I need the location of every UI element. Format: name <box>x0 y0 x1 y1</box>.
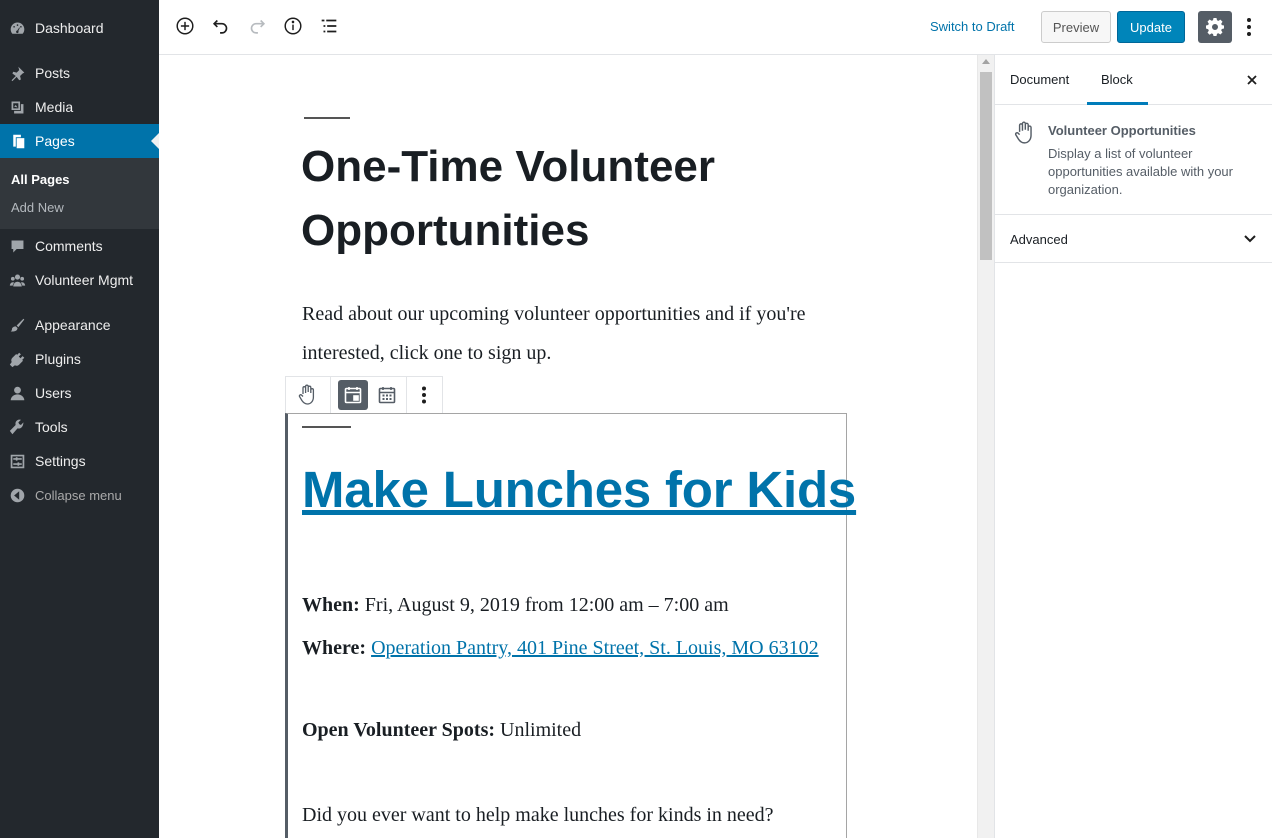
advanced-panel-toggle[interactable]: Advanced <box>995 215 1272 263</box>
menu-label-comments: Comments <box>35 238 103 254</box>
update-button[interactable]: Update <box>1117 11 1185 43</box>
advanced-label: Advanced <box>1010 232 1068 247</box>
preview-button[interactable]: Preview <box>1041 11 1111 43</box>
chevron-down-icon <box>1244 235 1256 243</box>
settings-toggle-button[interactable] <box>1198 11 1232 43</box>
block-type-hand-icon[interactable] <box>292 380 322 410</box>
collapse-menu-label: Collapse menu <box>35 488 122 503</box>
block-card-description: Display a list of volunteer opportunitie… <box>1048 146 1233 197</box>
event-title-link[interactable]: Make Lunches for Kids <box>302 458 856 522</box>
pages-icon <box>9 133 26 150</box>
tab-document[interactable]: Document <box>1010 72 1069 88</box>
editor-canvas: One-Time Volunteer Opportunities Read ab… <box>159 55 977 838</box>
spots-label: Open Volunteer Spots: <box>302 719 496 741</box>
plug-icon <box>9 351 26 368</box>
pin-icon <box>9 65 26 82</box>
editor-header-toolbar: Switch to Draft Preview Update <box>159 0 1272 55</box>
user-icon <box>9 385 26 402</box>
where-label: Where: <box>302 637 367 659</box>
title-separator <box>304 117 350 119</box>
more-vertical-icon[interactable] <box>1241 14 1257 40</box>
collapse-arrow-icon <box>9 487 26 504</box>
sidebar-tabs: Document Block <box>995 55 1272 105</box>
menu-item-users[interactable]: Users <box>0 376 159 410</box>
menu-item-volunteer-mgmt[interactable]: Volunteer Mgmt <box>0 263 159 297</box>
spots-value: Unlimited <box>500 719 582 741</box>
event-description: Did you ever want to help make lunches f… <box>302 804 774 826</box>
menu-item-media[interactable]: Media <box>0 90 159 124</box>
when-label: When: <box>302 594 360 616</box>
menu-label-media: Media <box>35 99 74 115</box>
collapse-menu-button[interactable]: Collapse menu <box>0 478 159 512</box>
block-navigation-icon[interactable] <box>317 14 341 38</box>
settings-gear-icon <box>1206 18 1224 36</box>
hand-icon <box>1014 121 1032 144</box>
menu-item-posts[interactable]: Posts <box>0 56 159 90</box>
event-where: Where: Operation Pantry, 401 Pine Street… <box>302 629 822 667</box>
event-when: When: Fri, August 9, 2019 from 12:00 am … <box>302 586 822 624</box>
where-location-link[interactable]: Operation Pantry, 401 Pine Street, St. L… <box>371 637 819 659</box>
switch-to-draft-button[interactable]: Switch to Draft <box>930 18 1015 36</box>
block-more-options-icon[interactable] <box>409 380 439 410</box>
menu-label-tools: Tools <box>35 419 68 435</box>
block-card: Volunteer Opportunities Display a list o… <box>995 105 1272 215</box>
calendar-view-icon[interactable] <box>338 380 368 410</box>
menu-label-appearance: Appearance <box>35 317 111 333</box>
menu-label-plugins: Plugins <box>35 351 81 367</box>
menu-label-settings: Settings <box>35 453 86 469</box>
scroll-up-arrow-icon[interactable] <box>982 59 990 64</box>
block-card-title: Volunteer Opportunities <box>1048 123 1196 138</box>
close-icon[interactable] <box>1245 73 1259 87</box>
event-spots: Open Volunteer Spots: Unlimited <box>302 711 822 749</box>
menu-label-pages: Pages <box>35 133 75 149</box>
menu-item-comments[interactable]: Comments <box>0 229 159 263</box>
redo-icon[interactable] <box>245 14 269 38</box>
calendar-grid-icon[interactable] <box>372 380 402 410</box>
menu-label-volunteer-mgmt: Volunteer Mgmt <box>35 272 134 288</box>
undo-icon[interactable] <box>209 14 233 38</box>
intro-paragraph[interactable]: Read about our upcoming volunteer opport… <box>302 295 822 373</box>
groups-icon <box>9 272 26 289</box>
info-icon[interactable] <box>281 14 305 38</box>
submenu-add-new[interactable]: Add New <box>11 200 64 216</box>
menu-item-plugins[interactable]: Plugins <box>0 342 159 376</box>
pages-submenu: All Pages Add New <box>0 158 159 229</box>
block-toolbar-divider <box>406 377 407 413</box>
settings-sliders-icon <box>9 453 26 470</box>
editor-scrollbar[interactable] <box>977 55 994 838</box>
tab-block[interactable]: Block <box>1101 72 1133 88</box>
menu-label-users: Users <box>35 385 72 401</box>
wrench-icon <box>9 419 26 436</box>
brush-icon <box>9 317 26 334</box>
scrollbar-thumb[interactable] <box>980 72 992 260</box>
comment-icon <box>9 238 26 255</box>
event-separator <box>302 426 351 428</box>
menu-item-dashboard[interactable]: Dashboard <box>0 11 159 45</box>
settings-sidebar: Document Block Volunteer Opportunities D… <box>994 55 1272 838</box>
menu-item-settings[interactable]: Settings <box>0 444 159 478</box>
menu-item-tools[interactable]: Tools <box>0 410 159 444</box>
menu-item-appearance[interactable]: Appearance <box>0 308 159 342</box>
page-title[interactable]: One-Time Volunteer Opportunities <box>301 135 821 263</box>
block-toolbar <box>285 376 443 414</box>
media-icon <box>9 99 26 116</box>
dashboard-icon <box>9 20 26 37</box>
menu-label-dashboard: Dashboard <box>35 20 104 36</box>
submenu-all-pages[interactable]: All Pages <box>11 172 70 188</box>
when-value: Fri, August 9, 2019 from 12:00 am – 7:00… <box>364 594 729 616</box>
block-toolbar-divider <box>330 377 331 413</box>
menu-label-posts: Posts <box>35 65 71 81</box>
admin-sidebar: Dashboard Posts Media Pages All Pages Ad… <box>0 0 159 838</box>
add-block-icon[interactable] <box>173 14 197 38</box>
menu-item-pages[interactable]: Pages <box>0 124 159 158</box>
